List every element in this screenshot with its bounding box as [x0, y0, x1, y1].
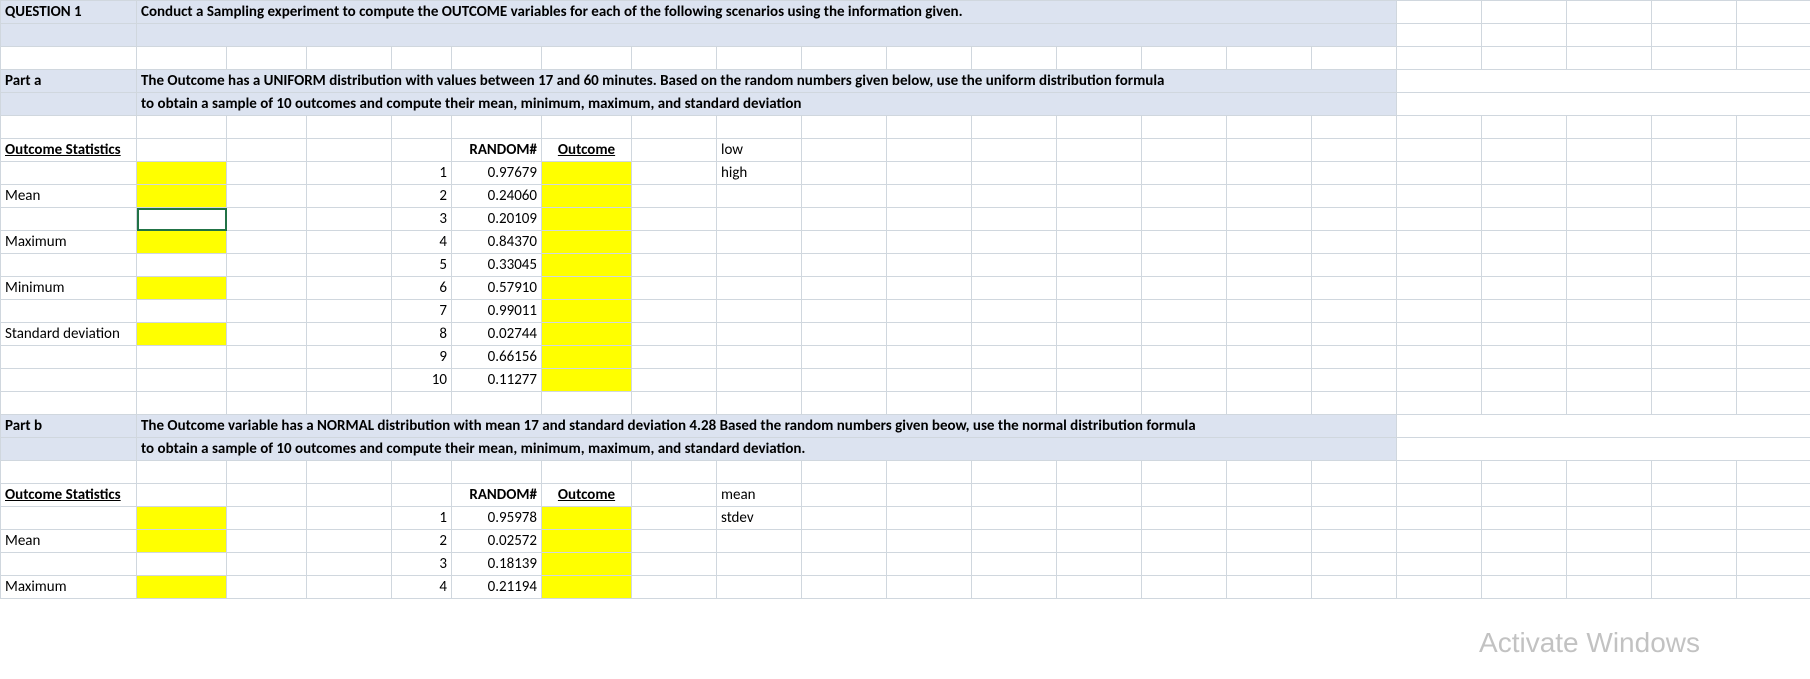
question-label: QUESTION 1: [1, 1, 137, 24]
stat-std: Standard deviation: [1, 323, 137, 346]
table-row: to obtain a sample of 10 outcomes and co…: [1, 438, 1810, 461]
table-row: Maximum 4 0.84370: [1, 231, 1810, 254]
outcome-stats-header: Outcome Statistics: [1, 139, 137, 162]
part-a-label: Part a: [1, 70, 137, 93]
table-row: 7 0.99011: [1, 300, 1810, 323]
input-cell[interactable]: [137, 323, 227, 346]
part-a-line2: to obtain a sample of 10 outcomes and co…: [141, 95, 801, 113]
part-b-line1: The Outcome variable has a NORMAL distri…: [141, 417, 1196, 435]
outcome-cell[interactable]: [542, 185, 632, 208]
stat-mean-b: Mean: [1, 530, 137, 553]
table-row: 3 0.20109: [1, 208, 1810, 231]
outcome-cell[interactable]: [542, 346, 632, 369]
table-row: [1, 47, 1810, 70]
activate-windows-watermark: Activate Windows: [1479, 627, 1700, 659]
col-random-header-b: RANDOM#: [452, 484, 542, 507]
table-row: Maximum 4 0.21194: [1, 576, 1810, 599]
question-label-text: QUESTION 1: [5, 3, 82, 21]
outcome-cell[interactable]: [542, 530, 632, 553]
table-row: 9 0.66156: [1, 346, 1810, 369]
outcome-cell[interactable]: [542, 231, 632, 254]
outcome-cell[interactable]: [542, 507, 632, 530]
table-row: Outcome Statistics RANDOM# Outcome low: [1, 139, 1810, 162]
outcome-cell[interactable]: [542, 277, 632, 300]
input-cell[interactable]: [137, 231, 227, 254]
selected-cell[interactable]: [137, 208, 227, 231]
table-row: Part b The Outcome variable has a NORMAL…: [1, 415, 1810, 438]
table-row: Standard deviation 8 0.02744: [1, 323, 1810, 346]
stat-min: Minimum: [1, 277, 137, 300]
stat-max-b: Maximum: [1, 576, 137, 599]
question-text-cell: Conduct a Sampling experiment to compute…: [137, 1, 1397, 24]
outcome-cell[interactable]: [542, 323, 632, 346]
table-row: Outcome Statistics RANDOM# Outcome mean: [1, 484, 1810, 507]
input-cell[interactable]: [137, 576, 227, 599]
table-row: [1, 392, 1810, 415]
outcome-cell[interactable]: [542, 208, 632, 231]
outcome-cell[interactable]: [542, 576, 632, 599]
input-cell[interactable]: [137, 277, 227, 300]
param-stdev: stdev: [717, 507, 802, 530]
part-b-line2: to obtain a sample of 10 outcomes and co…: [141, 440, 805, 458]
table-row: Mean 2 0.24060: [1, 185, 1810, 208]
table-row: to obtain a sample of 10 outcomes and co…: [1, 93, 1810, 116]
outcome-cell[interactable]: [542, 553, 632, 576]
col-outcome-header: Outcome: [542, 139, 632, 162]
param-low: low: [717, 139, 802, 162]
table-row: [1, 24, 1810, 47]
col-random-header: RANDOM#: [452, 139, 542, 162]
input-cell[interactable]: [137, 507, 227, 530]
input-cell[interactable]: [137, 162, 227, 185]
table-row: 10 0.11277: [1, 369, 1810, 392]
table-row: Part a The Outcome has a UNIFORM distrib…: [1, 70, 1810, 93]
table-row: QUESTION 1 Conduct a Sampling experiment…: [1, 1, 1810, 24]
table-row: [1, 461, 1810, 484]
spreadsheet[interactable]: QUESTION 1 Conduct a Sampling experiment…: [0, 0, 1810, 599]
outcome-cell[interactable]: [542, 369, 632, 392]
random-value: 0.97679: [452, 162, 542, 185]
question-text: Conduct a Sampling experiment to compute…: [141, 3, 963, 21]
input-cell[interactable]: [137, 185, 227, 208]
stat-mean: Mean: [1, 185, 137, 208]
outcome-cell[interactable]: [542, 254, 632, 277]
table-row: [1, 116, 1810, 139]
table-row: 5 0.33045: [1, 254, 1810, 277]
row-index: 1: [392, 162, 452, 185]
table-row: Mean 2 0.02572: [1, 530, 1810, 553]
table-row: 1 0.95978 stdev: [1, 507, 1810, 530]
input-cell[interactable]: [137, 530, 227, 553]
part-a-line1: The Outcome has a UNIFORM distribution w…: [141, 72, 1164, 90]
part-b-label: Part b: [1, 415, 137, 438]
outcome-stats-header-b: Outcome Statistics: [1, 484, 137, 507]
outcome-cell[interactable]: [542, 162, 632, 185]
table-row: 1 0.97679 high: [1, 162, 1810, 185]
param-high: high: [717, 162, 802, 185]
table-row: 3 0.18139: [1, 553, 1810, 576]
outcome-cell[interactable]: [542, 300, 632, 323]
param-mean: mean: [717, 484, 802, 507]
col-outcome-header-b: Outcome: [542, 484, 632, 507]
stat-max: Maximum: [1, 231, 137, 254]
table-row: Minimum 6 0.57910: [1, 277, 1810, 300]
